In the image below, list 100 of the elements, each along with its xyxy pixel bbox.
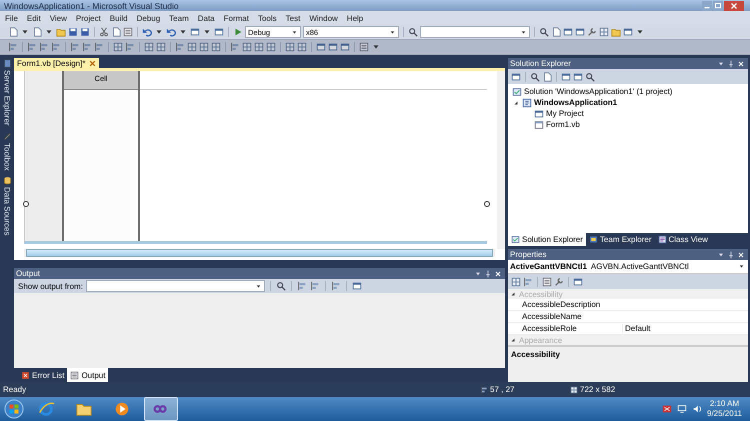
grid-icon[interactable] xyxy=(211,42,221,52)
pin-icon[interactable] xyxy=(727,60,735,68)
panel-tab[interactable]: Class View xyxy=(654,233,711,246)
pin-icon[interactable] xyxy=(484,270,492,278)
window-icon[interactable] xyxy=(573,72,583,82)
menu-item[interactable]: Debug xyxy=(136,14,160,22)
grid-icon[interactable] xyxy=(297,42,307,52)
property-name[interactable]: AccessibleName xyxy=(508,312,622,321)
property-name[interactable]: AccessibleRole xyxy=(508,324,622,333)
align-icon[interactable] xyxy=(70,42,80,52)
search-icon[interactable] xyxy=(585,72,595,82)
window-icon[interactable] xyxy=(573,276,583,286)
object-selector[interactable]: ActiveGanttVBNCtl1 AGVBN.ActiveGanttVBNCtl xyxy=(508,260,748,274)
menu-item[interactable]: Test xyxy=(286,14,300,22)
vertical-scrollbar[interactable] xyxy=(497,71,505,249)
grid-icon[interactable] xyxy=(156,42,166,52)
page-icon[interactable] xyxy=(551,27,561,37)
save-icon[interactable] xyxy=(80,27,90,37)
caret-icon[interactable] xyxy=(291,28,298,36)
horizontal-scrollbar[interactable] xyxy=(24,249,495,257)
play-icon[interactable] xyxy=(233,27,243,37)
align-icon[interactable] xyxy=(8,42,18,52)
maximize-icon[interactable] xyxy=(713,0,723,10)
window-icon[interactable] xyxy=(340,42,350,52)
align-icon[interactable] xyxy=(94,42,104,52)
grid-icon[interactable] xyxy=(266,42,276,52)
expander-icon[interactable] xyxy=(513,100,519,106)
window-icon[interactable] xyxy=(511,72,521,82)
caret-icon[interactable] xyxy=(389,28,396,36)
resize-handle[interactable] xyxy=(23,201,29,207)
search-icon[interactable] xyxy=(408,27,418,37)
align-icon[interactable] xyxy=(82,42,92,52)
menu-item[interactable]: Project xyxy=(76,14,101,22)
list-icon[interactable] xyxy=(359,42,369,52)
monitor-icon[interactable] xyxy=(677,404,687,414)
list-icon[interactable] xyxy=(542,276,552,286)
menu-item[interactable]: Data xyxy=(198,14,215,22)
side-tab[interactable]: Server Explorer xyxy=(2,59,12,126)
menu-item[interactable]: Window xyxy=(309,14,338,22)
side-tab[interactable]: Toolbox xyxy=(2,132,12,170)
undo-icon[interactable] xyxy=(142,27,152,37)
expander-icon[interactable] xyxy=(510,337,516,343)
pin-icon[interactable] xyxy=(727,250,735,258)
tree-item[interactable]: WindowsApplication1 xyxy=(534,98,618,107)
grid-icon[interactable] xyxy=(285,42,295,52)
grid-icon[interactable] xyxy=(254,42,264,52)
window-icon[interactable] xyxy=(561,72,571,82)
search-icon[interactable] xyxy=(539,27,549,37)
window-icon[interactable] xyxy=(190,27,200,37)
minimize-icon[interactable] xyxy=(702,0,712,10)
tree-item[interactable]: My Project xyxy=(546,109,584,118)
window-icon[interactable] xyxy=(316,42,326,52)
speaker-icon[interactable] xyxy=(692,404,702,414)
panel-tab[interactable]: Error List xyxy=(18,368,68,382)
start-icon[interactable] xyxy=(4,399,24,419)
window-icon[interactable] xyxy=(575,27,585,37)
window-icon[interactable] xyxy=(352,281,362,291)
menu-item[interactable]: Help xyxy=(346,14,364,22)
window-icon[interactable] xyxy=(214,27,224,37)
wrench-icon[interactable] xyxy=(587,27,597,37)
align-icon[interactable] xyxy=(175,42,185,52)
grid-icon[interactable] xyxy=(187,42,197,52)
side-tab[interactable]: Data Sources xyxy=(2,176,12,236)
panel-tab[interactable]: Team Explorer xyxy=(586,233,654,246)
database-icon[interactable] xyxy=(2,176,12,186)
page-icon[interactable] xyxy=(32,27,42,37)
caret-icon[interactable] xyxy=(738,263,745,270)
server-icon[interactable] xyxy=(2,59,12,68)
panel-tab[interactable]: Output xyxy=(67,368,108,382)
grid-icon[interactable] xyxy=(199,42,209,52)
align-icon[interactable] xyxy=(39,42,49,52)
align-icon[interactable] xyxy=(125,42,135,52)
list-icon[interactable] xyxy=(123,27,133,37)
scissors-icon[interactable] xyxy=(99,27,109,37)
align-icon[interactable] xyxy=(330,281,341,291)
menu-item[interactable]: Team xyxy=(169,14,189,22)
align-icon[interactable] xyxy=(310,281,320,291)
page-icon[interactable] xyxy=(8,27,18,37)
grid-icon[interactable] xyxy=(113,42,123,52)
close-icon[interactable] xyxy=(724,0,744,10)
align-icon[interactable] xyxy=(230,42,240,52)
panel-tab[interactable]: Solution Explorer xyxy=(508,233,586,246)
align-icon[interactable] xyxy=(296,281,307,291)
tree-item[interactable]: Form1.vb xyxy=(546,120,580,129)
taskbar-button[interactable] xyxy=(144,397,178,421)
page-icon[interactable] xyxy=(111,27,121,37)
property-name[interactable]: AccessibleDescription xyxy=(508,300,622,309)
caret-icon[interactable] xyxy=(254,282,262,290)
align-icon[interactable] xyxy=(523,276,533,286)
wrench-icon[interactable] xyxy=(554,276,564,286)
undo-icon[interactable] xyxy=(166,27,176,37)
close-icon[interactable] xyxy=(89,60,96,66)
menu-item[interactable]: Build xyxy=(110,14,128,22)
menu-item[interactable]: File xyxy=(5,14,18,22)
window-icon[interactable] xyxy=(623,27,633,37)
search-icon[interactable] xyxy=(276,281,286,291)
search-icon[interactable] xyxy=(530,72,540,82)
menu-item[interactable]: Edit xyxy=(26,14,41,22)
grid-icon[interactable] xyxy=(242,42,252,52)
menu-item[interactable]: Format xyxy=(224,14,249,22)
